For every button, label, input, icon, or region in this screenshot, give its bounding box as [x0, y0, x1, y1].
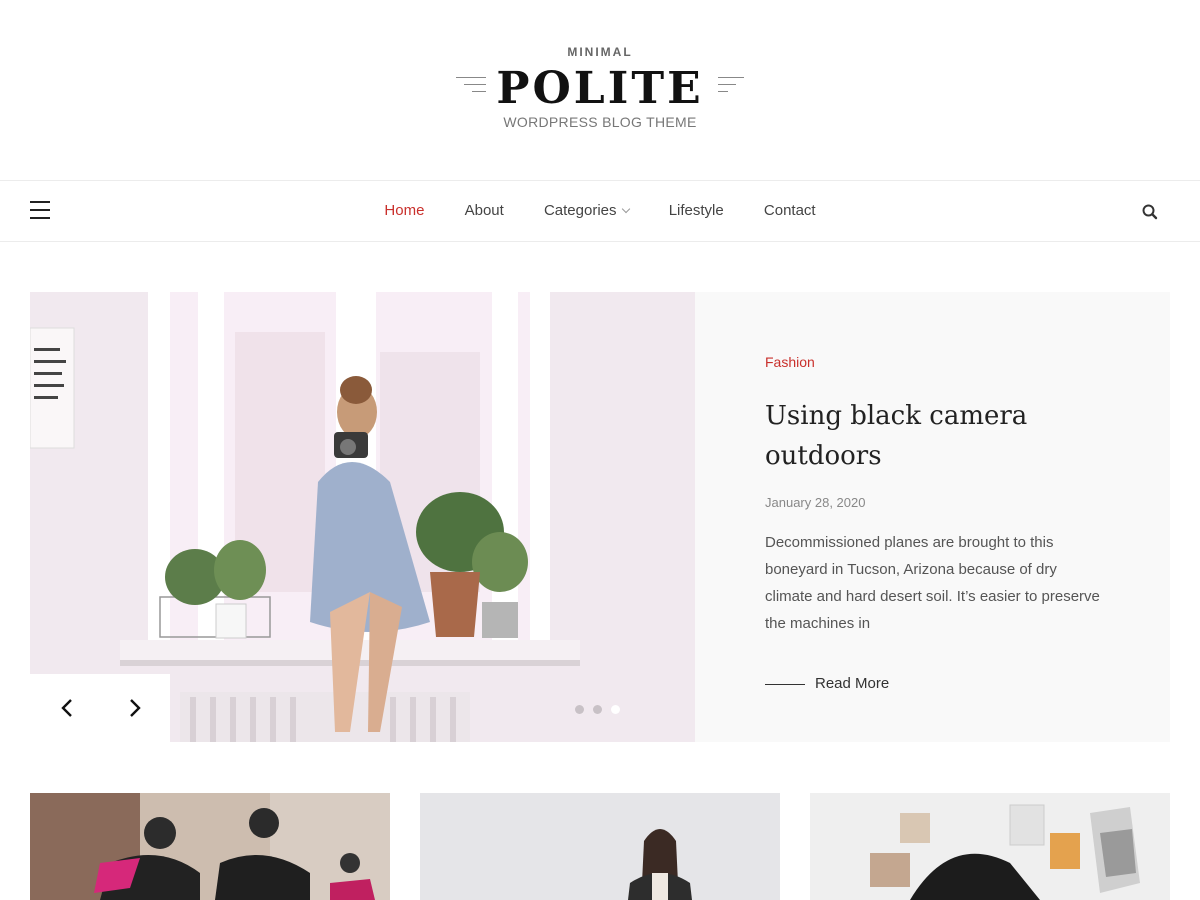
hero-text-panel: Fashion Using black camera outdoors Janu… — [695, 292, 1170, 742]
slider-dot-2[interactable] — [593, 705, 602, 714]
search-icon[interactable] — [1141, 203, 1159, 221]
hero-slider: Fashion Using black camera outdoors Janu… — [30, 292, 1170, 742]
nav-item-contact[interactable]: Contact — [764, 181, 816, 241]
logo-subtitle: WORDPRESS BLOG THEME — [503, 114, 697, 130]
slider-dots — [575, 701, 629, 719]
nav-item-lifestyle[interactable]: Lifestyle — [669, 181, 724, 241]
nav-item-about[interactable]: About — [465, 181, 504, 241]
slider-dot-1[interactable] — [575, 705, 584, 714]
post-date: January 28, 2020 — [765, 495, 866, 510]
post-card-image-1[interactable] — [30, 793, 390, 900]
post-category-link[interactable]: Fashion — [765, 354, 815, 370]
hamburger-icon[interactable] — [30, 201, 50, 221]
post-card-image-3[interactable] — [810, 793, 1170, 900]
post-excerpt: Decommissioned planes are brought to thi… — [765, 534, 1100, 632]
chevron-right-icon[interactable] — [128, 698, 142, 717]
read-more-link[interactable]: Read More — [765, 675, 889, 692]
slider-dot-3[interactable] — [611, 705, 620, 714]
read-more-label: Read More — [815, 675, 890, 692]
post-title[interactable]: Using black camera outdoors — [765, 396, 1105, 476]
logo-right-lines — [718, 77, 744, 98]
logo-tagline: MINIMAL — [567, 45, 633, 59]
site-header: MINIMAL POLITE WORDPRESS BLOG THEME — [0, 0, 1200, 180]
post-card-image-2[interactable] — [420, 793, 780, 900]
main-navbar: Home About Categories Lifestyle Contact — [0, 180, 1200, 242]
nav-item-home[interactable]: Home — [384, 181, 424, 241]
slider-arrows — [30, 674, 170, 742]
chevron-down-icon — [621, 204, 630, 214]
nav-menu: Home About Categories Lifestyle Contact — [0, 181, 1200, 241]
read-more-line — [765, 683, 805, 685]
nav-item-categories-label: Categories — [543, 202, 617, 219]
nav-item-categories[interactable]: Categories — [543, 181, 630, 241]
chevron-left-icon[interactable] — [60, 698, 74, 717]
site-logo-title[interactable]: POLITE — [0, 62, 1200, 116]
